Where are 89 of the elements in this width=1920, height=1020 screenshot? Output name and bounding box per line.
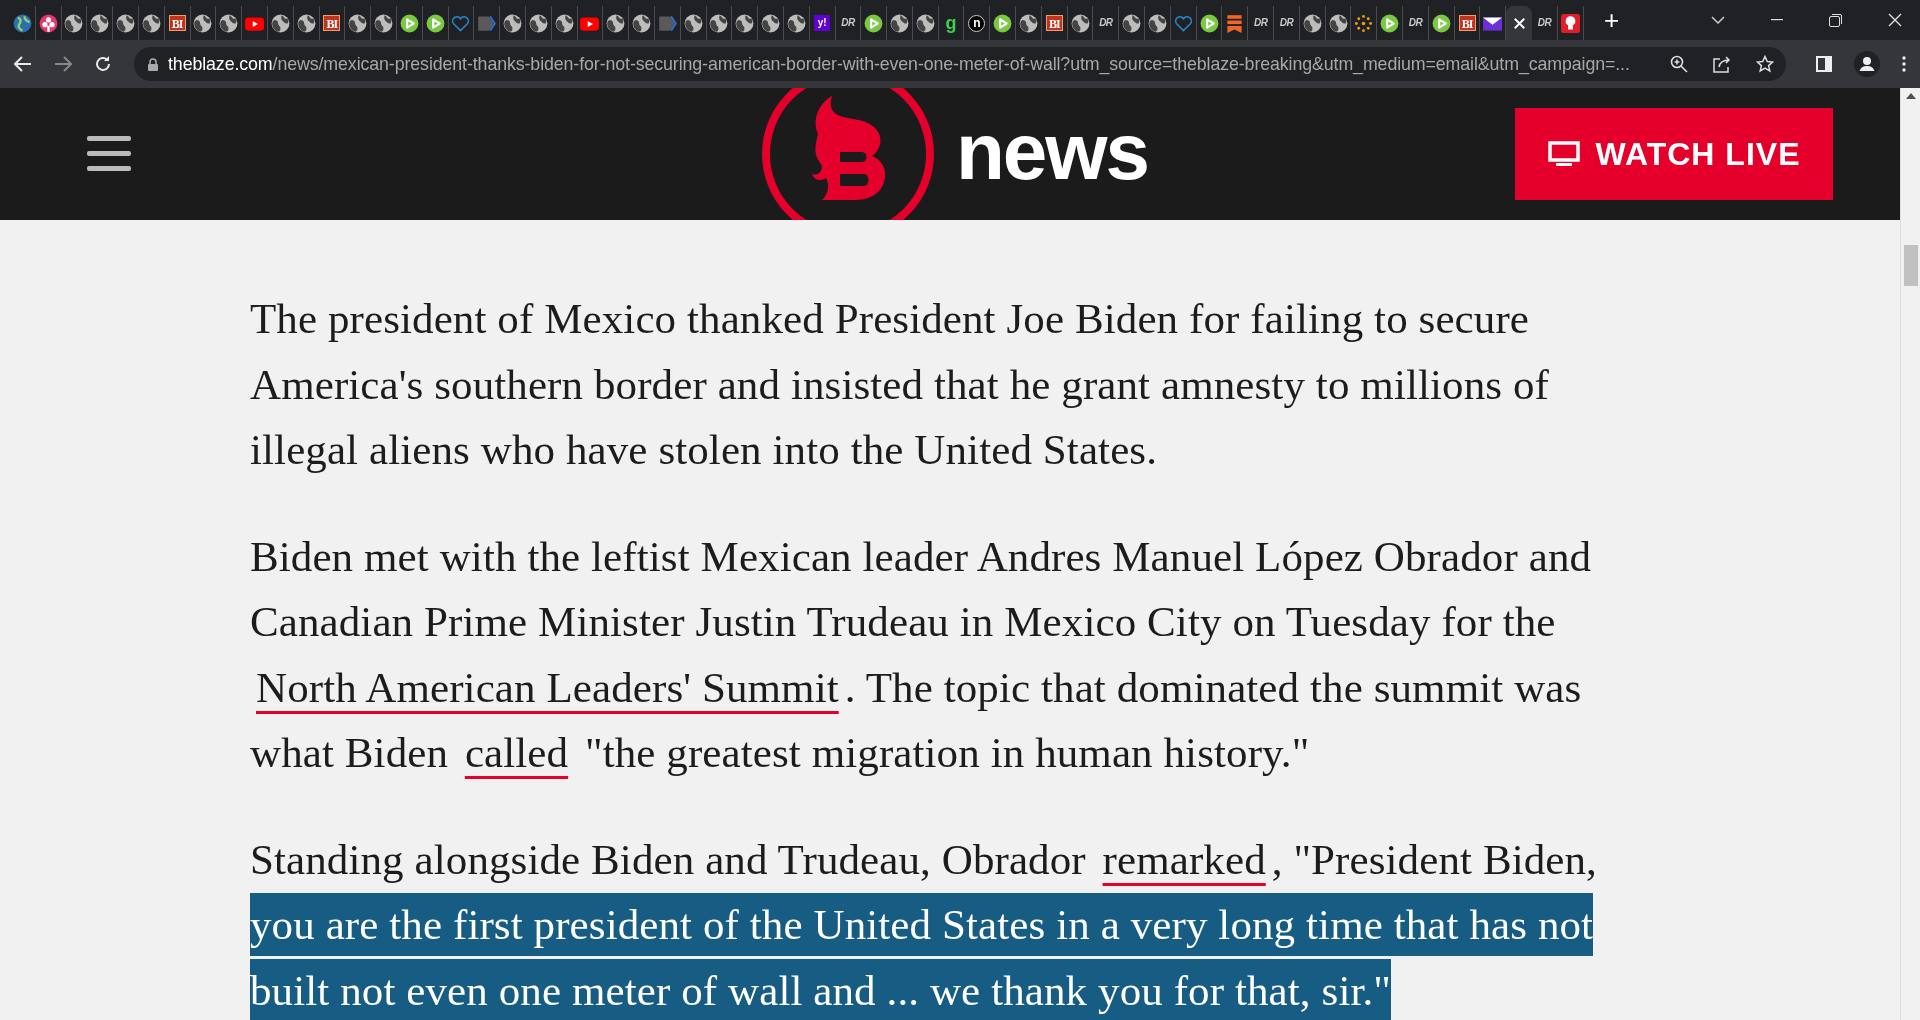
logo-icon: BI [168,15,186,31]
reload-icon[interactable] [94,55,112,73]
globe-icon [193,13,213,33]
restore-icon[interactable] [1829,13,1842,27]
watch-live-button[interactable]: WATCH LIVE [1515,108,1833,200]
logo-icon: n [968,14,986,32]
globe-icon [709,13,729,33]
globe-icon [1070,13,1090,33]
globe-icon [503,13,523,33]
globe-icon [1302,13,1322,33]
logo-icon: DR [1279,15,1294,31]
chevron-icon [477,13,497,33]
menu-icon[interactable] [87,136,131,172]
close-icon[interactable] [1888,13,1902,27]
globe-icon [90,13,110,33]
article-link[interactable]: remarked [1100,835,1268,883]
scroll-thumb[interactable] [1904,245,1918,286]
lock-icon [148,57,158,71]
share-icon[interactable] [1712,55,1732,73]
logo-icon: DR [1099,15,1113,31]
bookmark-icon [1225,13,1245,33]
minimize-icon[interactable] [1771,19,1783,21]
globe-icon [786,13,806,33]
browser-tab[interactable] [1506,6,1532,40]
earth-icon [12,13,32,33]
article-link[interactable]: called [462,729,571,776]
scroll-up-icon[interactable] [1906,93,1916,99]
article-link[interactable]: North American Leaders' Summit [254,663,841,711]
play-icon [993,13,1013,33]
play-icon [1431,13,1451,33]
globe-icon [296,13,316,33]
forward-icon[interactable] [54,56,72,72]
scrollbar[interactable] [1900,88,1920,1020]
heart-icon [1173,13,1193,33]
play-icon [425,13,445,33]
logo-icon: BI [1045,15,1063,31]
globe-icon [1122,13,1142,33]
globe-icon [270,13,290,33]
url-text: theblaze.com/news/mexican-president-thanks-biden-for-not-securing-american-border-with-even-one-meter-of-wall?utm_source=theblaze-breaking&utm_medium=email&utm_campaign=... [168,52,1630,77]
back-icon[interactable] [14,56,32,72]
profile-icon[interactable] [1854,51,1880,77]
article-paragraph: Biden met with the leftist Mexican leader Andres Manuel López Obrador and Canadian Prime Minister Justin Trudeau in Mexico City on Tuesday for the North American Leaders' Summit. The topic that dominated the summit was what Biden called "the greatest migration in human history." [250,531,1592,778]
flower-icon [38,13,58,33]
monitor-icon [1547,141,1580,167]
globe-icon [683,13,703,33]
logo-icon: BI [1458,15,1476,31]
globe-icon [219,13,239,33]
play-icon [864,13,884,33]
globe-icon [348,13,368,33]
globe-icon [116,13,136,33]
article-paragraph: The president of Mexico thanked President Joe Biden for failing to secure America's southern border and insisted that he grant amnesty to millions of illegal aliens who have stolen into the United States. [250,294,1549,475]
article-paragraph: Standing alongside Biden and Trudeau, Obrador remarked, "President Biden, you are the first president of the United States in a very long time that has not built not even one meter of wall and ... we thank you for that, sir." [250,826,1597,1020]
brand-name: news [956,106,1149,198]
address-bar[interactable]: theblaze.com/news/mexican-president-thanks-biden-for-not-securing-american-border-with-even-one-meter-of-wall?utm_source=theblaze-breaking&utm_medium=email&utm_campaign=... [134,47,1786,81]
globe-icon [141,13,161,33]
globe-icon [890,13,909,33]
logo-icon: DR [841,15,855,31]
globe-icon [761,13,780,33]
globe-icon [1018,13,1038,33]
logo-icon: DR [1537,15,1552,31]
browser-tab[interactable]: y! [809,6,836,40]
logo-icon: DR [1253,15,1268,31]
globe-icon [632,13,651,33]
globe-icon [64,13,84,33]
pin-icon [1560,13,1580,33]
globe-icon [374,13,394,33]
globe-icon [915,13,935,33]
logo-icon: y! [814,15,831,31]
play-icon [1199,13,1219,33]
star-icon[interactable] [1756,55,1774,73]
logo-icon: g [945,15,957,31]
play-icon [399,13,419,33]
globe-icon [735,13,755,33]
globe-icon [554,13,574,33]
logo-icon: BI [323,15,341,31]
globe-icon [528,13,548,33]
menu-icon[interactable] [1902,56,1906,72]
globe-icon [606,13,626,33]
globe-icon [1147,13,1167,33]
tab-search-icon[interactable] [1711,16,1725,24]
chevron-icon [657,13,677,33]
new-tab-button[interactable]: + [1597,6,1626,34]
side-panel-icon[interactable] [1816,56,1832,72]
zoom-icon[interactable] [1670,55,1688,73]
logo-icon: DR [1408,15,1423,31]
heart-icon [451,13,471,33]
play-icon [1380,13,1400,33]
globe-icon [1328,13,1348,33]
spark-icon [1354,13,1374,33]
